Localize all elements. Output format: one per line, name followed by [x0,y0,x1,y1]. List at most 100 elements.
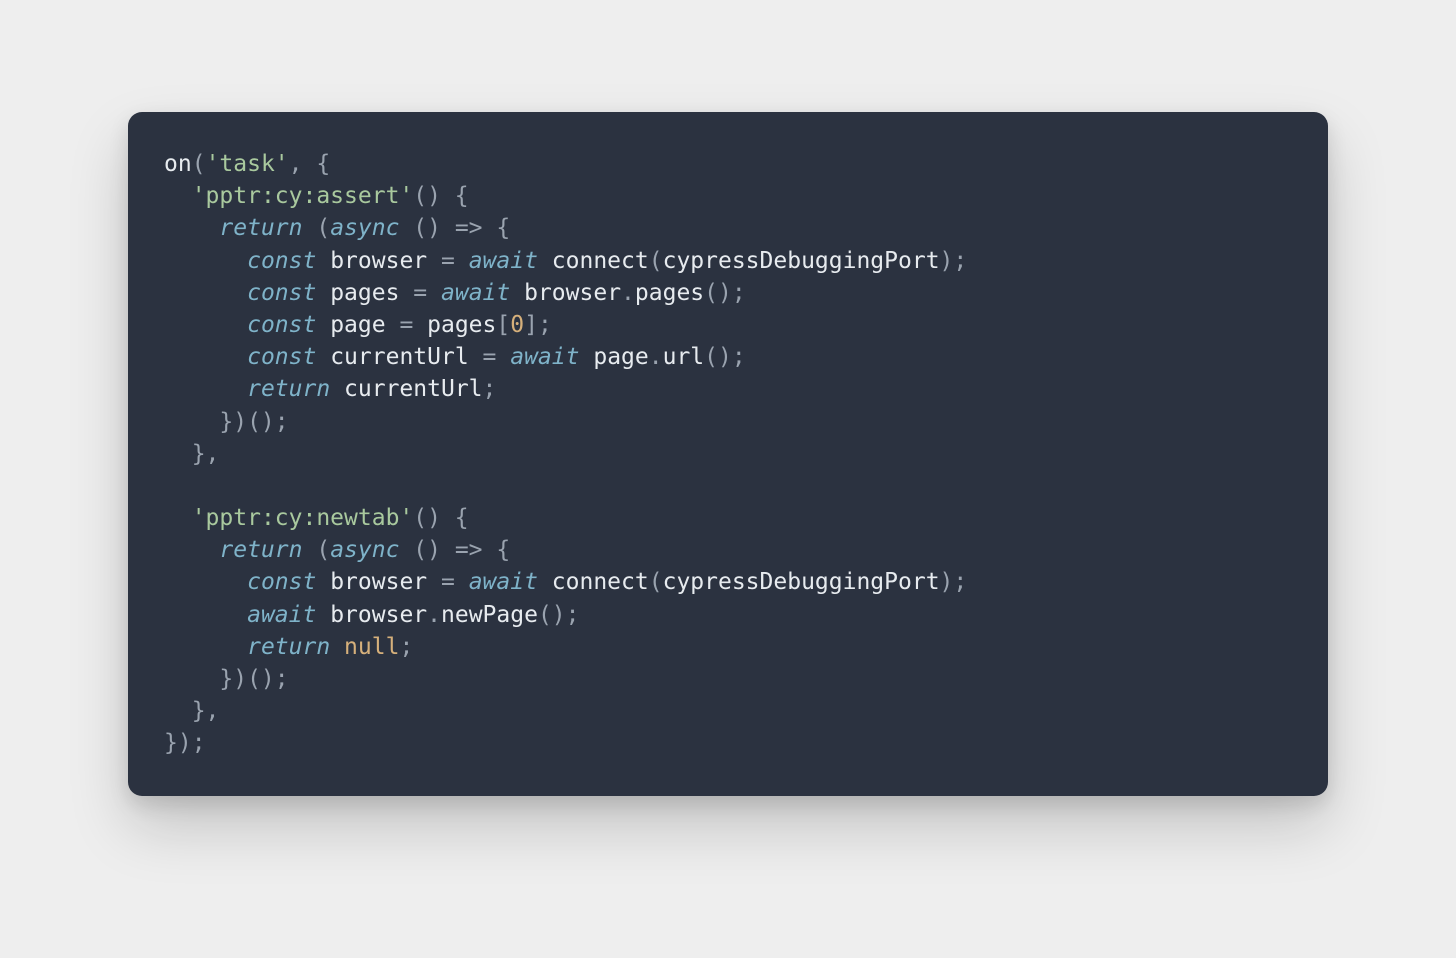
code-token: ; [483,376,497,402]
code-token: ( [302,537,330,563]
code-token: ( [649,248,663,274]
code-token: on [164,151,192,177]
code-token: })(); [164,666,289,692]
code-token: ); [940,248,968,274]
code-token: . [649,344,663,370]
code-token [538,569,552,595]
code-token: = [427,248,469,274]
code-token: return [219,215,302,241]
code-token: cypressDebuggingPort [663,569,940,595]
code-token: const [247,312,316,338]
code-token: page [330,312,385,338]
code-token [164,569,247,595]
code-token [164,505,192,531]
code-token: const [247,280,316,306]
code-token: }, [164,698,219,724]
code-token: })(); [164,409,289,435]
code-token: await [469,248,538,274]
code-token: => [455,215,483,241]
code-token: ]; [524,312,552,338]
code-token: async [330,215,399,241]
code-token [316,280,330,306]
code-token: connect [552,569,649,595]
code-token [164,215,219,241]
page-background: on('task', { 'pptr:cy:assert'() { return… [0,0,1456,958]
code-token [164,634,247,660]
code-token: 'pptr:cy:newtab' [192,505,414,531]
code-token: , { [289,151,331,177]
code-token: await [469,569,538,595]
code-token [164,312,247,338]
code-token: ; [399,634,413,660]
code-token: [ [496,312,510,338]
code-token: return [247,634,330,660]
code-token: { [483,537,511,563]
code-token: currentUrl [344,376,482,402]
code-token: . [427,602,441,628]
code-token [164,344,247,370]
code-token [510,280,524,306]
code-token [316,344,330,370]
code-token [330,634,344,660]
code-token [316,569,330,595]
code-token: null [344,634,399,660]
code-token [164,376,247,402]
code-token: (); [704,344,746,370]
code-token: pages [635,280,704,306]
code-token: page [593,344,648,370]
code-token: 'pptr:cy:assert' [192,183,414,209]
code-token [330,376,344,402]
code-token: browser [330,569,427,595]
code-token: const [247,344,316,370]
code-block: on('task', { 'pptr:cy:assert'() { return… [164,148,1292,760]
code-token: ( [649,569,663,595]
code-token: pages [330,280,399,306]
code-token: 0 [510,312,524,338]
code-token: (); [538,602,580,628]
code-token [164,537,219,563]
code-token [316,602,330,628]
code-token: () { [413,505,468,531]
code-token: const [247,248,316,274]
code-token: newPage [441,602,538,628]
code-token: connect [552,248,649,274]
code-token: pages [427,312,496,338]
code-token [316,312,330,338]
code-token: (); [704,280,746,306]
code-token: }, [164,441,219,467]
code-token: }); [164,730,206,756]
code-token: browser [524,280,621,306]
code-token [164,602,247,628]
code-token [538,248,552,274]
code-token [164,248,247,274]
code-token [579,344,593,370]
code-token: = [427,569,469,595]
code-token: url [663,344,705,370]
code-token: await [247,602,316,628]
code-token: return [219,537,302,563]
code-token: ( [192,151,206,177]
code-token: await [441,280,510,306]
code-token: await [510,344,579,370]
code-token: () { [413,183,468,209]
code-token: { [483,215,511,241]
code-token: return [247,376,330,402]
code-block-card: on('task', { 'pptr:cy:assert'() { return… [128,112,1328,796]
code-token: cypressDebuggingPort [663,248,940,274]
code-token: = [399,280,441,306]
code-token: => [455,537,483,563]
code-token: currentUrl [330,344,468,370]
code-token: () [399,215,454,241]
code-token [164,280,247,306]
code-token: const [247,569,316,595]
code-token: = [386,312,428,338]
code-token: = [469,344,511,370]
code-token: . [621,280,635,306]
code-token: ); [940,569,968,595]
code-token [316,248,330,274]
code-token: browser [330,248,427,274]
code-token: () [399,537,454,563]
code-token: 'task' [206,151,289,177]
code-token: browser [330,602,427,628]
code-token: async [330,537,399,563]
